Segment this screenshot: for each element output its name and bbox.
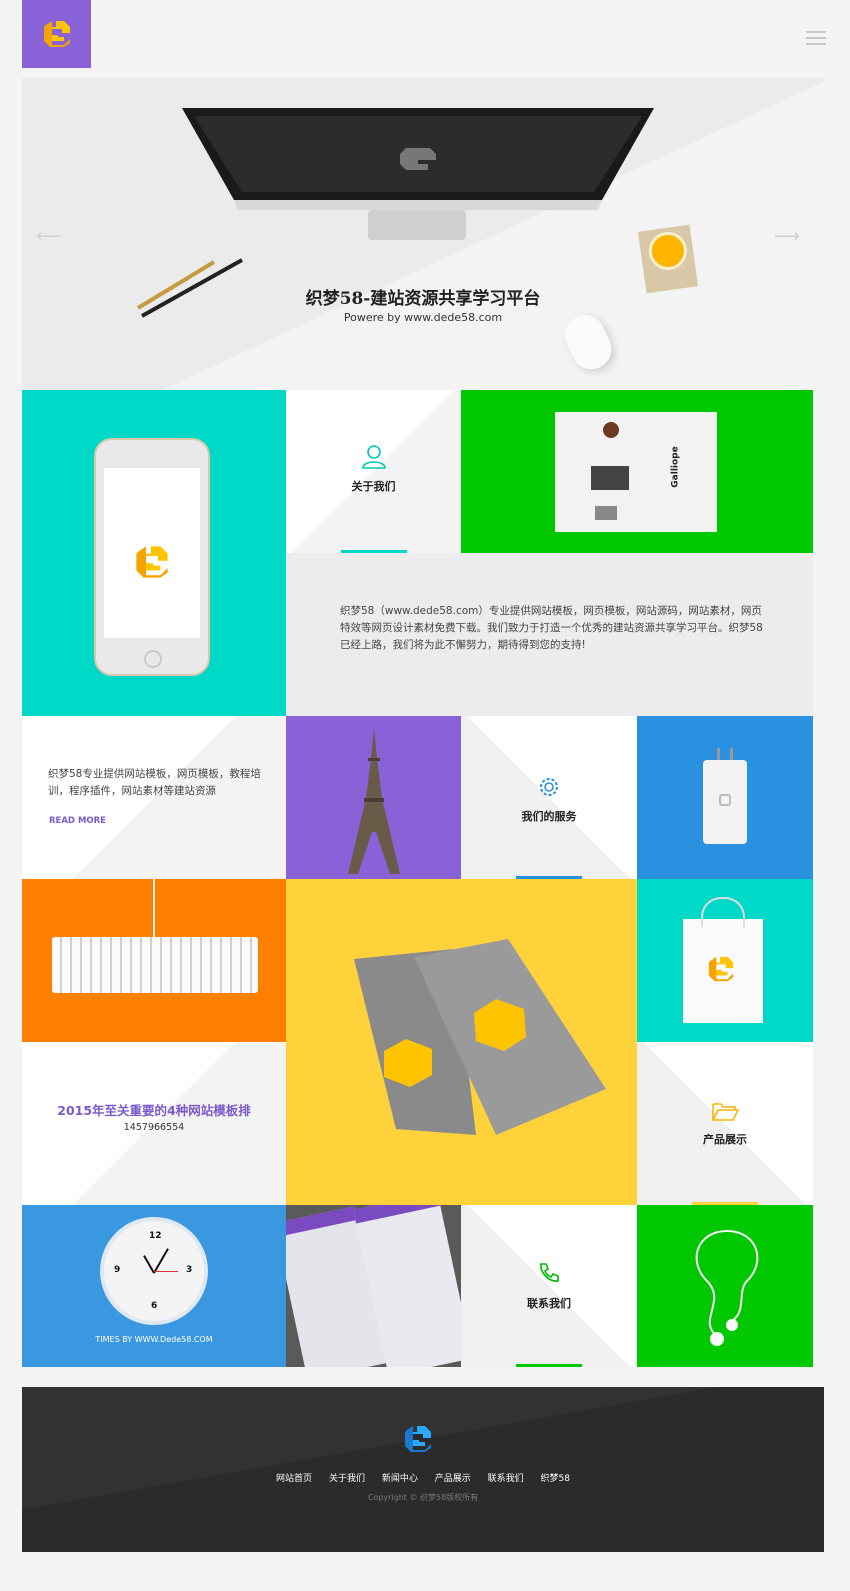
- user-icon: [362, 445, 386, 469]
- arrow-right-icon[interactable]: ⟶: [774, 226, 800, 247]
- phone-icon: [540, 1263, 559, 1282]
- about-text-tile: 织梦58（www.dede58.com）专业提供网站模板，网页模板，网站源码，网…: [286, 553, 813, 716]
- products-tile[interactable]: 产品展示: [637, 1042, 813, 1205]
- footer-link-contact[interactable]: 联系我们: [488, 1474, 524, 1484]
- g-logo-icon: [43, 21, 70, 47]
- article-title[interactable]: 2015年至关重要的4种网站模板排: [22, 1100, 286, 1119]
- footer-nav: 网站首页 关于我们 新闻中心 产品展示 联系我们 织梦58: [22, 1471, 824, 1484]
- clock-number-6: 6: [151, 1301, 158, 1311]
- phone-image: [94, 438, 210, 676]
- intro-text: 织梦58专业提供网站模板，网页模板，教程培训，程序插件，网站素材等建站资源: [48, 768, 261, 797]
- footer-link-news[interactable]: 新闻中心: [382, 1474, 418, 1484]
- folder-card-text: Galliope: [670, 446, 681, 488]
- about-tile[interactable]: 关于我们: [286, 390, 461, 553]
- about-label: 关于我们: [351, 480, 396, 493]
- bag-tile[interactable]: [637, 879, 813, 1042]
- hero-banner: ⟵ ⟶ 织梦58-建站资源共享学习平台 Powere by www.dede58…: [22, 78, 824, 390]
- services-label: 我们的服务: [521, 810, 577, 823]
- earphones-image: [695, 1230, 759, 1346]
- about-text: 织梦58（www.dede58.com）专业提供网站模板，网页模板，网站源码，网…: [340, 605, 763, 651]
- keyboard-tile[interactable]: [22, 879, 286, 1042]
- footer: 网站首页 关于我们 新闻中心 产品展示 联系我们 织梦58 Copyright …: [22, 1387, 824, 1552]
- eiffel-tower-image: [348, 728, 400, 874]
- hero-title: 织梦58-建站资源共享学习平台: [305, 289, 541, 309]
- contact-tile[interactable]: 联系我们: [461, 1205, 637, 1367]
- services-tile[interactable]: 我们的服务: [461, 716, 637, 879]
- hero-subtitle: Powere by www.dede58.com: [343, 311, 503, 324]
- phone-tile[interactable]: [22, 390, 286, 716]
- footer-link-about[interactable]: 关于我们: [329, 1474, 365, 1484]
- g-logo-icon: [708, 956, 734, 982]
- cards-tile[interactable]: [286, 879, 637, 1205]
- clock-caption: TIMES BY WWW.Dede58.COM: [95, 1335, 213, 1344]
- business-cards-image: [354, 939, 606, 1135]
- tower-tile[interactable]: [286, 716, 461, 879]
- clock-number-3: 3: [186, 1265, 193, 1275]
- folder-image: Galliope: [555, 412, 717, 532]
- g-logo-icon: [136, 546, 168, 578]
- g-logo-icon: [405, 1426, 431, 1452]
- arrow-left-icon[interactable]: ⟵: [36, 226, 62, 247]
- logo[interactable]: [22, 0, 91, 68]
- footer-copyright: Copyright © 织梦58版权所有: [367, 1493, 479, 1502]
- clock-image: 12 3 6 9: [104, 1221, 204, 1321]
- intro-tile: 织梦58专业提供网站模板，网页模板，教程培训，程序插件，网站素材等建站资源 RE…: [22, 716, 286, 879]
- products-label: 产品展示: [703, 1133, 747, 1146]
- gear-icon: [540, 778, 558, 796]
- article-tile[interactable]: 2015年至关重要的4种网站模板排 1457966554: [22, 1042, 286, 1205]
- earphones-tile[interactable]: [637, 1205, 813, 1367]
- contact-label: 联系我们: [527, 1297, 571, 1310]
- folder-tile[interactable]: Galliope: [461, 390, 813, 553]
- charger-tile[interactable]: [637, 716, 813, 879]
- clock-number-9: 9: [114, 1265, 121, 1275]
- hamburger-icon[interactable]: [806, 31, 826, 47]
- clock-number-12: 12: [149, 1231, 162, 1241]
- footer-link-home[interactable]: 网站首页: [276, 1474, 312, 1484]
- footer-link-products[interactable]: 产品展示: [435, 1474, 471, 1484]
- folder-open-icon: [711, 1103, 739, 1121]
- charger-image: [703, 748, 747, 844]
- read-more-link[interactable]: READ MORE: [49, 816, 106, 826]
- footer-link-dede58[interactable]: 织梦58: [541, 1474, 570, 1484]
- contact-underline: [516, 1364, 582, 1367]
- shopping-bag-image: [683, 897, 763, 1023]
- monitor-image: [182, 108, 654, 240]
- clock-tile[interactable]: 12 3 6 9 TIMES BY WWW.Dede58.COM: [22, 1205, 286, 1367]
- app-screens-tile[interactable]: [286, 1205, 461, 1367]
- article-number: 1457966554: [123, 1122, 185, 1133]
- keyboard-image: [52, 937, 258, 993]
